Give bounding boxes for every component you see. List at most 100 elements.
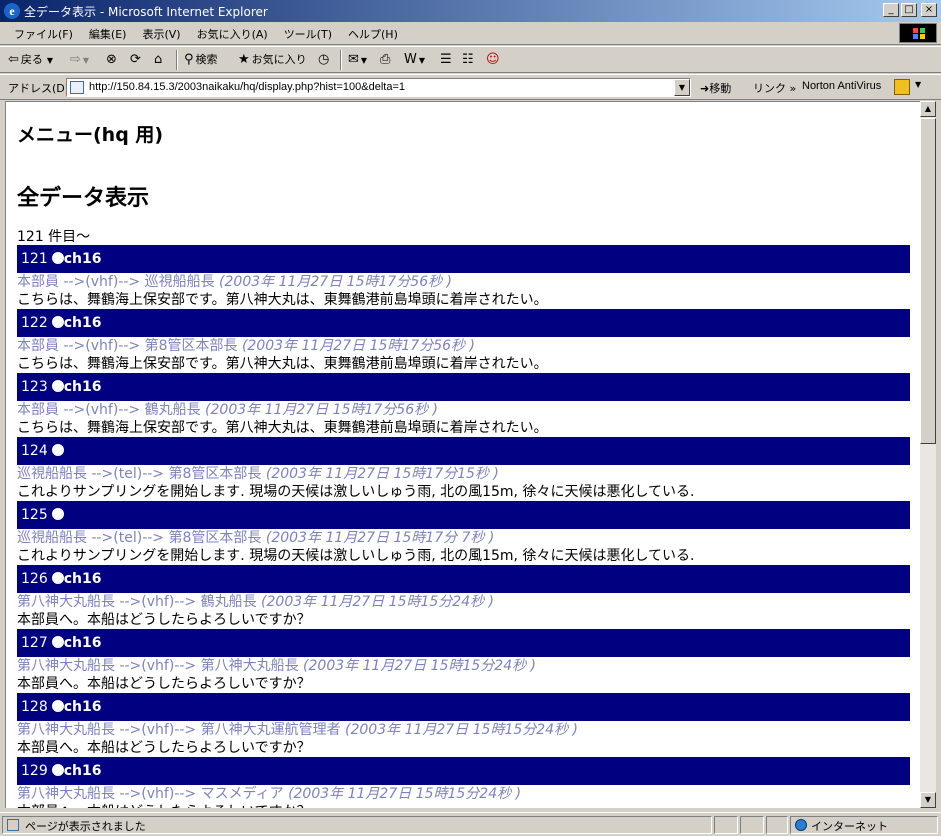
record-route: 本部員 -->(vhf)--> 巡視船船長 (2003年 11月27日 15時1…	[17, 273, 910, 291]
record-channel: ch16	[63, 571, 102, 587]
stop-button[interactable]: ⊗	[106, 51, 119, 69]
record-timestamp: (2003年 11月27日 15時17分56秒 )	[241, 338, 475, 354]
back-button[interactable]: ⇦ 戻る ▼	[8, 51, 53, 69]
message-record: 124 巡視船船長 -->(tel)--> 第8管区本部長 (2003年 11月2…	[17, 437, 910, 501]
record-body: 本部員へ。本船はどうしたらよろしいですか？	[17, 803, 910, 808]
menu-bar: ファイル(F) 編集(E) 表示(V) お気に入り(A) ツール(T) ヘルプ(H)	[0, 22, 941, 45]
message-record: 127 ch16 第八神大丸船長 -->(vhf)--> 第八神大丸船長 (2003…	[17, 629, 910, 693]
record-channel: ch16	[63, 315, 102, 331]
links-button[interactable]: リンク »	[753, 80, 796, 96]
page-icon	[70, 81, 84, 94]
address-label: アドレス(D)	[8, 82, 70, 95]
refresh-icon: ⟳	[130, 52, 141, 67]
home-button[interactable]: ⌂	[154, 51, 164, 69]
circle-icon	[51, 572, 64, 584]
edit-dropdown-icon[interactable]: ▼	[419, 56, 425, 65]
route-text: 第八神大丸船長 -->(vhf)--> 第八神大丸運航管理者	[17, 722, 341, 738]
mail-dropdown-icon[interactable]: ▼	[361, 56, 367, 65]
route-text: 第八神大丸船長 -->(vhf)--> 鶴丸船長	[17, 594, 257, 610]
extra-button[interactable]: ☺	[486, 51, 502, 69]
forward-button[interactable]: ⇨ ▼	[70, 51, 89, 69]
scroll-down-button[interactable]: ▼	[920, 792, 936, 808]
circle-icon	[51, 764, 64, 776]
record-timestamp: (2003年 11月27日 15時17分56秒 )	[219, 274, 453, 290]
messenger-button[interactable]: ☷	[462, 51, 476, 69]
message-record: 128 ch16 第八神大丸船長 -->(vhf)--> 第八神大丸運航管理者 (2…	[17, 693, 910, 757]
circle-icon	[51, 636, 64, 648]
maximize-button[interactable]: □	[901, 3, 917, 17]
record-header: 121 ch16	[17, 245, 910, 273]
record-number: 125	[21, 507, 48, 523]
route-text: 本部員 -->(vhf)--> 鶴丸船長	[17, 402, 201, 418]
norton-antivirus-button[interactable]: Norton AntiVirus	[802, 80, 881, 92]
go-button[interactable]: ➜移動	[700, 80, 731, 96]
menu-item[interactable]: ファイル(F)	[6, 26, 81, 42]
discuss-button[interactable]: ☰	[440, 51, 454, 69]
record-header: 127 ch16	[17, 629, 910, 657]
record-channel: ch16	[63, 635, 102, 651]
record-timestamp: (2003年 11月27日 15時17分15秒 )	[265, 466, 499, 482]
record-body: こちらは、舞鶴海上保安部です。第八神大丸は、東舞鶴港前島埠頭に着岸されたい。	[17, 356, 548, 372]
record-number: 128	[21, 699, 48, 715]
zone-pane: インターネット	[790, 816, 938, 834]
status-pane	[766, 816, 788, 834]
record-timestamp: (2003年 11月27日 15時15分24秒 )	[303, 658, 537, 674]
record-header: 128 ch16	[17, 693, 910, 721]
record-body: これよりサンプリングを開始します. 現場の天候は激しいしゅう雨, 北の風15m,…	[17, 484, 695, 500]
record-channel: ch16	[63, 251, 102, 267]
record-route: 巡視船船長 -->(tel)--> 第8管区本部長 (2003年 11月27日 …	[17, 529, 910, 547]
toolbar-separator	[340, 50, 342, 70]
message-record: 129 ch16 第八神大丸船長 -->(vhf)--> マスメディア (2003年…	[17, 757, 910, 808]
status-text-pane: ページが表示されました	[2, 816, 712, 834]
address-dropdown-icon[interactable]: ▼	[674, 79, 690, 96]
scroll-thumb[interactable]	[920, 118, 936, 444]
mail-button[interactable]: ✉ ▼	[348, 51, 367, 69]
favorites-icon: ★	[238, 52, 250, 67]
edit-button[interactable]: W ▼	[404, 51, 425, 69]
record-number: 126	[21, 571, 48, 587]
messenger-icon: ☷	[462, 52, 474, 67]
record-route: 第八神大丸船長 -->(vhf)--> マスメディア (2003年 11月27日…	[17, 785, 910, 803]
norton-icon[interactable]	[894, 79, 910, 95]
record-body: こちらは、舞鶴海上保安部です。第八神大丸は、東舞鶴港前島埠頭に着岸されたい。	[17, 292, 548, 308]
route-text: 第八神大丸船長 -->(vhf)--> 第八神大丸船長	[17, 658, 299, 674]
search-button[interactable]: ⚲ 検索	[184, 51, 218, 69]
refresh-button[interactable]: ⟳	[130, 51, 143, 69]
forward-dropdown-icon[interactable]: ▼	[83, 56, 89, 65]
route-text: 巡視船船長 -->(tel)--> 第8管区本部長	[17, 466, 262, 482]
address-input[interactable]: http://150.84.15.3/2003naikaku/hq/displa…	[66, 78, 691, 97]
vertical-scrollbar[interactable]: ▲ ▼	[920, 101, 936, 808]
stop-icon: ⊗	[106, 52, 117, 67]
menu-item[interactable]: ヘルプ(H)	[340, 26, 406, 42]
menu-item[interactable]: 表示(V)	[134, 26, 188, 42]
record-body: 本部員へ。本船はどうしたらよろしいですか？	[17, 740, 311, 756]
go-label: 移動	[709, 82, 732, 95]
record-number: 123	[21, 379, 48, 395]
record-timestamp: (2003年 11月27日 15時15分24秒 )	[288, 786, 522, 802]
print-button[interactable]: ⎙	[380, 51, 392, 69]
scroll-up-button[interactable]: ▲	[920, 101, 936, 117]
norton-dropdown-icon[interactable]: ▼	[915, 80, 921, 89]
route-text: 本部員 -->(vhf)--> 第8管区本部長	[17, 338, 238, 354]
history-button[interactable]: ◷	[318, 51, 331, 69]
circle-icon	[51, 508, 64, 520]
back-dropdown-icon[interactable]: ▼	[47, 56, 53, 65]
record-body: こちらは、舞鶴海上保安部です。第八神大丸は、東舞鶴港前島埠頭に着岸されたい。	[17, 420, 548, 436]
windows-logo-icon	[899, 23, 937, 43]
status-pane	[740, 816, 764, 834]
record-number: 122	[21, 315, 48, 331]
minimize-button[interactable]: _	[883, 3, 899, 17]
menu-item[interactable]: お気に入り(A)	[189, 26, 276, 42]
record-number: 129	[21, 763, 48, 779]
back-label: 戻る	[20, 53, 43, 66]
record-number: 121	[21, 251, 48, 267]
page-done-icon	[7, 819, 19, 831]
record-count: 121 件目～	[17, 229, 91, 245]
menu-item[interactable]: ツール(T)	[276, 26, 340, 42]
message-record: 122 ch16 本部員 -->(vhf)--> 第8管区本部長 (2003年 11…	[17, 309, 910, 373]
menu-item[interactable]: 編集(E)	[81, 26, 135, 42]
close-button[interactable]: ×	[921, 3, 937, 17]
record-header: 126 ch16	[17, 565, 910, 593]
favorites-button[interactable]: ★ お気に入り	[238, 51, 307, 69]
page-viewport: メニュー(hq 用) 全データ表示 121 件目～ 121 ch16 本部員 -->…	[5, 101, 920, 808]
